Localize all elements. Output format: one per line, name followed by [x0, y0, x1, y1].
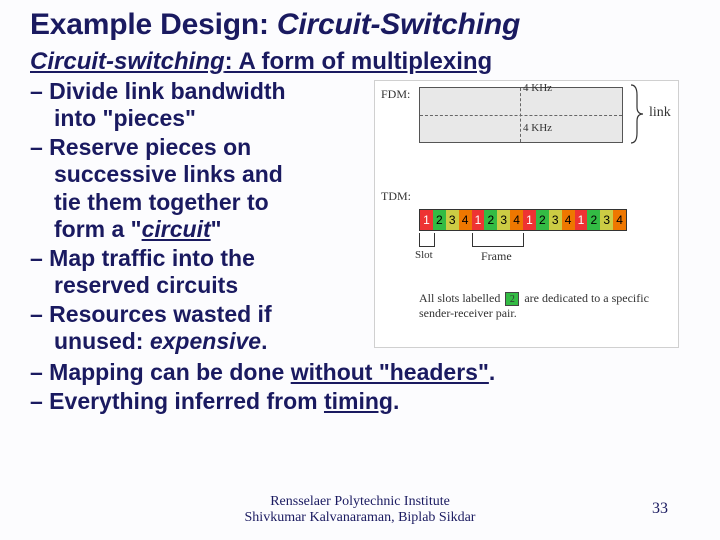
tdm-cell: 1: [420, 210, 433, 230]
subhead-b: : A form of multiplexing: [225, 48, 493, 75]
bullet-3-l1: – Map traffic into the: [30, 245, 255, 271]
subhead-a: Circuit-switching: [30, 48, 225, 75]
footer-line-1: Rensselaer Polytechnic Institute: [0, 494, 720, 510]
bullet-4-l1: – Resources wasted if: [30, 301, 272, 327]
bullet-list-bottom: – Mapping can be done without "headers".…: [30, 359, 690, 415]
slot2-icon: 2: [505, 292, 519, 306]
tdm-cell: 1: [523, 210, 536, 230]
slot-label: Slot: [415, 249, 433, 261]
bullet-2-l2: successive links and: [30, 161, 370, 188]
bullet-list-left: – Divide link bandwidth into "pieces" – …: [30, 78, 370, 357]
bullet-1-l1: – Divide link bandwidth: [30, 78, 286, 104]
tdm-cell: 4: [459, 210, 472, 230]
bullet-2: – Reserve pieces on successive links and…: [30, 134, 370, 243]
tdm-cell: 4: [613, 210, 626, 230]
link-label: link: [649, 105, 671, 121]
bullet-3: – Map traffic into the reserved circuits: [30, 245, 370, 299]
footer-line-2: Shivkumar Kalvanaraman, Biplab Sikdar: [0, 510, 720, 526]
frame-label: Frame: [481, 249, 512, 264]
fdm-label: FDM:: [381, 87, 410, 102]
bullet-4-l2-it: expensive: [150, 328, 261, 354]
frame-bracket-icon: [472, 233, 524, 247]
fdm-4khz-bot: 4 KHz: [523, 122, 552, 134]
bullet-4-l2-pre: unused:: [54, 328, 150, 354]
bullet-4-l2: unused: expensive.: [30, 328, 370, 355]
bullet-4: – Resources wasted if unused: expensive.: [30, 301, 370, 355]
bullet-2-l4-pre: form a ": [54, 216, 142, 242]
diagram-column: FDM: 4 KHz 4 KHz link TDM: 1 2 3 4 1: [374, 78, 690, 357]
tdm-cell: 3: [446, 210, 459, 230]
diagram-caption: All slots labelled 2 are dedicated to a …: [419, 291, 672, 321]
slide-subhead: Circuit-switching: A form of multiplexin…: [30, 48, 690, 76]
bullet-5: – Mapping can be done without "headers".: [30, 359, 690, 386]
tdm-cell: 1: [575, 210, 588, 230]
bullet-5-post: .: [489, 359, 495, 385]
tdm-cell: 3: [549, 210, 562, 230]
footer: Rensselaer Polytechnic Institute Shivkum…: [0, 494, 720, 526]
bullet-5-u: without "headers": [291, 359, 489, 385]
tdm-cell: 4: [510, 210, 523, 230]
caption-a: All slots labelled: [419, 291, 503, 305]
slide-title: Example Design: Circuit-Switching: [30, 8, 690, 42]
diagram-box: FDM: 4 KHz 4 KHz link TDM: 1 2 3 4 1: [374, 80, 679, 348]
brace-icon: [627, 83, 647, 145]
tdm-cell: 2: [536, 210, 549, 230]
tdm-cell: 2: [587, 210, 600, 230]
bullet-6-u: timing: [324, 388, 393, 414]
bullet-2-l4-it: circuit: [142, 216, 211, 242]
fdm-vertline: [520, 88, 521, 142]
tdm-cell: 4: [562, 210, 575, 230]
title-text-a: Example Design:: [30, 8, 277, 41]
bullet-3-l2: reserved circuits: [30, 272, 370, 299]
content-row: – Divide link bandwidth into "pieces" – …: [30, 78, 690, 357]
slide: Example Design: Circuit-Switching Circui…: [0, 0, 720, 540]
bullet-2-l4-post: ": [211, 216, 222, 242]
bullet-1: – Divide link bandwidth into "pieces": [30, 78, 370, 132]
bullet-2-l4: form a "circuit": [30, 216, 370, 243]
tdm-cell: 3: [600, 210, 613, 230]
bullet-5-pre: – Mapping can be done: [30, 359, 291, 385]
bullet-6-post: .: [393, 388, 399, 414]
bullet-1-l2: into "pieces": [30, 105, 370, 132]
tdm-label: TDM:: [381, 189, 411, 204]
tdm-cell: 2: [433, 210, 446, 230]
page-number: 33: [652, 500, 668, 518]
tdm-cell: 2: [484, 210, 497, 230]
fdm-midline: [420, 115, 622, 116]
tdm-cell: 1: [472, 210, 485, 230]
tdm-row: 1 2 3 4 1 2 3 4 1 2 3 4 1 2 3 4: [419, 209, 627, 231]
bullet-6: – Everything inferred from timing.: [30, 388, 690, 415]
bullet-6-pre: – Everything inferred from: [30, 388, 324, 414]
bullet-2-l3: tie them together to: [30, 189, 370, 216]
title-text-b: Circuit-Switching: [277, 8, 520, 41]
tdm-cell: 3: [497, 210, 510, 230]
slot-bracket-icon: [419, 233, 435, 247]
bullet-2-l1: – Reserve pieces on: [30, 134, 251, 160]
fdm-box: [419, 87, 623, 143]
fdm-4khz-top: 4 KHz: [523, 82, 552, 94]
